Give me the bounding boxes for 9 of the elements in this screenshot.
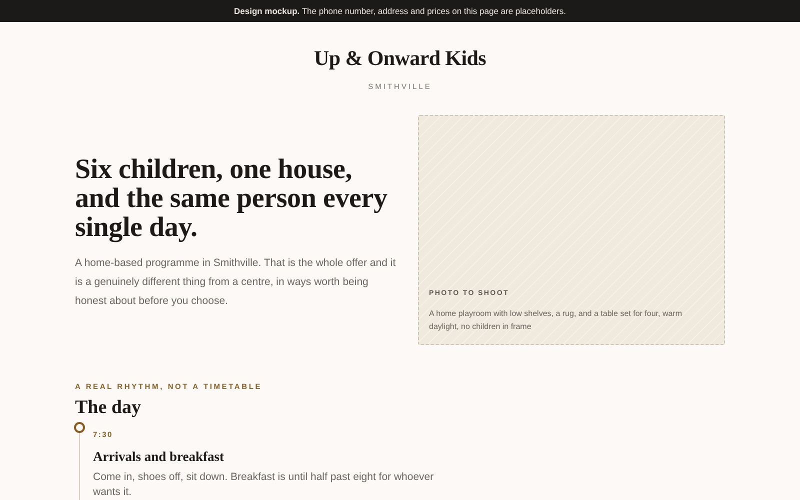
hero-heading: Six children, one house, and the same person every single day. bbox=[75, 155, 388, 242]
section-title: The day bbox=[75, 397, 141, 419]
banner-text: Design mockup. The phone number, address and prices on this page are placeholders. bbox=[234, 6, 566, 16]
event-description: Come in, shoes off, sit down. Breakfast is until half past eight for whoever wants it. bbox=[93, 470, 435, 500]
timeline-dot-icon bbox=[74, 422, 85, 433]
hero-intro: A home-based programme in Smithville. That is the whole offer and it is a genuinely different thing from a centre, in ways worth being honest about before you choose. bbox=[75, 256, 397, 309]
event-title: Arrivals and breakfast bbox=[93, 449, 224, 465]
placeholder-description: A home playroom with low shelves, a rug, and a table set for four, warm daylight, no children in frame bbox=[429, 308, 684, 333]
site-title: Up & Onward Kids bbox=[314, 45, 486, 72]
